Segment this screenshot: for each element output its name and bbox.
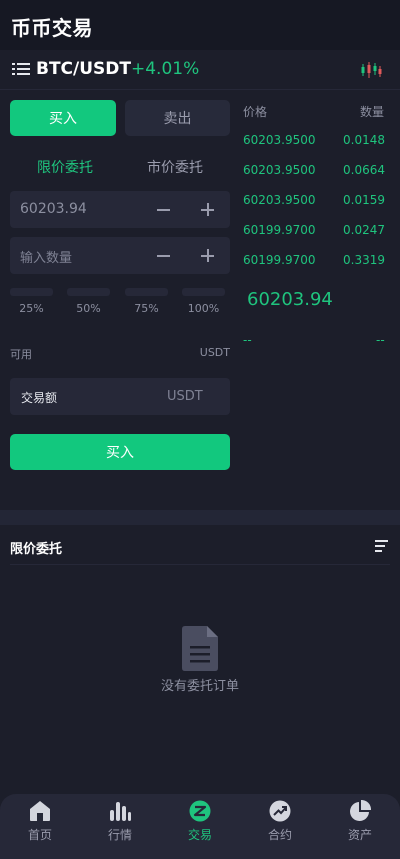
available-unit: USDT [199, 346, 230, 359]
bid-placeholder-left: -- [243, 333, 252, 347]
price-decrease-icon[interactable] [157, 209, 170, 211]
nav-label: 资产 [347, 828, 372, 842]
sell-tab-button[interactable]: 卖出 [125, 100, 230, 136]
nav-label: 行情 [107, 828, 132, 842]
price-input[interactable]: 60203.94 [10, 191, 230, 228]
trade-icon [189, 800, 211, 822]
orderbook-qty-header: 数量 [360, 105, 385, 119]
empty-orders-text: 没有委托订单 [160, 679, 239, 694]
contract-icon [269, 800, 291, 822]
percent-bar [10, 288, 53, 296]
assets-icon [350, 800, 371, 821]
pair-name[interactable]: BTC/USDT [36, 59, 131, 79]
orderbook-qty: 0.0247 [343, 223, 385, 237]
pair-menu-icon[interactable] [12, 62, 30, 78]
trade-amount-field[interactable]: 交易额 USDT [10, 378, 230, 415]
orderbook-row[interactable]: 60203.9500 0.0664 [243, 163, 385, 179]
nav-label: 合约 [267, 828, 292, 842]
quantity-placeholder: 输入数量 [20, 251, 73, 266]
nav-item-market[interactable]: 行情 [90, 800, 150, 850]
orderbook-qty: 0.3319 [343, 253, 385, 267]
percent-100-button[interactable]: 100% [182, 288, 225, 318]
nav-item-contract[interactable]: 合约 [250, 800, 310, 850]
nav-item-assets[interactable]: 资产 [330, 800, 390, 850]
kline-chart-icon[interactable] [360, 60, 382, 80]
nav-label: 交易 [187, 828, 212, 842]
trade-amount-unit: USDT [167, 389, 203, 404]
list-filter-icon[interactable] [375, 540, 388, 552]
nav-item-home[interactable]: 首页 [10, 800, 70, 850]
percent-label: 75% [134, 302, 159, 315]
orders-divider [10, 564, 390, 565]
orderbook-qty: 0.0159 [343, 193, 385, 207]
bottom-nav: 首页 行情 交易 合约 资产 [0, 794, 400, 859]
last-price: 60203.94 [247, 289, 333, 310]
nav-item-trade[interactable]: 交易 [170, 800, 230, 850]
market-icon [110, 802, 131, 821]
orderbook-price: 60199.9700 [243, 223, 316, 237]
orderbook-price: 60203.9500 [243, 163, 316, 177]
percent-bar [182, 288, 225, 296]
available-label: 可用 [10, 348, 32, 361]
submit-buy-button[interactable]: 买入 [10, 434, 230, 470]
orderbook-price: 60203.9500 [243, 133, 316, 147]
open-orders-title: 限价委托 [10, 542, 63, 557]
orderbook-row[interactable]: 60203.9500 0.0159 [243, 193, 385, 209]
home-icon [30, 801, 50, 821]
orderbook-row[interactable]: 60199.9700 0.0247 [243, 223, 385, 239]
percent-label: 50% [76, 302, 101, 315]
percent-50-button[interactable]: 50% [67, 288, 110, 318]
orderbook-price: 60203.9500 [243, 193, 316, 207]
price-increase-icon-stem[interactable] [207, 203, 209, 216]
pair-change: +4.01% [131, 59, 200, 79]
buy-tab-button[interactable]: 买入 [10, 100, 116, 136]
percent-label: 100% [187, 302, 220, 315]
percent-75-button[interactable]: 75% [125, 288, 168, 318]
orderbook-price: 60199.9700 [243, 253, 316, 267]
orderbook-qty: 0.0148 [343, 133, 385, 147]
percent-bar [125, 288, 168, 296]
percent-25-button[interactable]: 25% [10, 288, 53, 318]
tab-market-order[interactable]: 市价委托 [147, 157, 203, 177]
orderbook-row[interactable]: 60199.9700 0.3319 [243, 253, 385, 269]
page-title: 币币交易 [11, 16, 93, 40]
percent-bar [67, 288, 110, 296]
quantity-decrease-icon[interactable] [157, 255, 170, 257]
orderbook-price-header: 价格 [243, 105, 268, 119]
quantity-increase-icon-stem[interactable] [207, 249, 209, 262]
quantity-input[interactable]: 输入数量 [10, 237, 230, 274]
nav-label: 首页 [27, 828, 52, 842]
orderbook-qty: 0.0664 [343, 163, 385, 177]
percent-label: 25% [19, 302, 44, 315]
empty-document-icon [182, 626, 218, 671]
orderbook-row[interactable]: 60203.9500 0.0148 [243, 133, 385, 149]
trade-amount-label: 交易额 [21, 391, 58, 405]
section-divider [0, 510, 400, 525]
bid-placeholder-right: -- [376, 333, 385, 347]
tab-limit-order[interactable]: 限价委托 [37, 157, 93, 177]
price-value: 60203.94 [20, 201, 87, 217]
